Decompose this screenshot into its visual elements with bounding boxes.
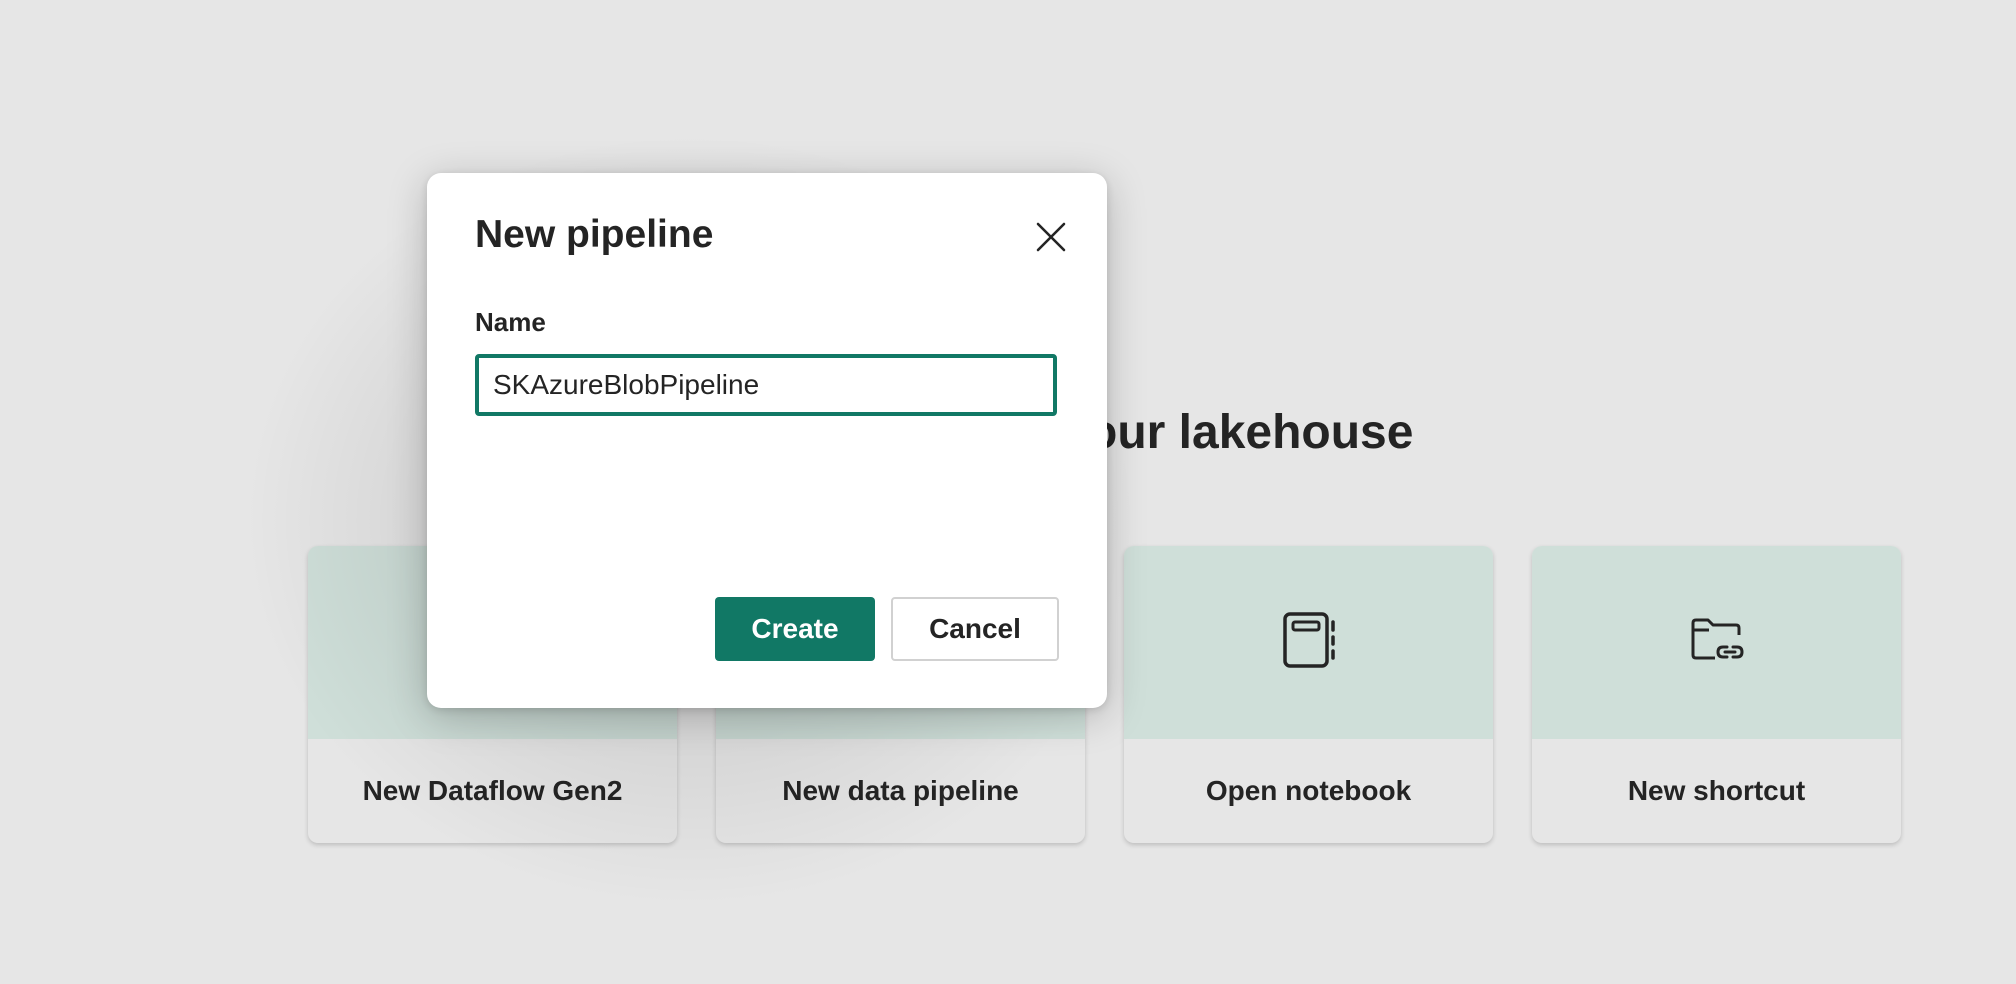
card-label: New Dataflow Gen2 [362, 775, 623, 806]
page: our lakehouse New Dataflow Gen2 New data… [0, 0, 2016, 984]
name-input[interactable] [475, 354, 1057, 416]
page-heading: our lakehouse [1088, 406, 1414, 459]
card-label: New shortcut [1627, 775, 1806, 806]
close-button[interactable] [1031, 219, 1071, 259]
card-top [1532, 546, 1901, 739]
card-label: New data pipeline [782, 775, 1019, 806]
folder-link-icon [1689, 615, 1745, 670]
card-top [1124, 546, 1493, 739]
card-new-shortcut[interactable]: New shortcut [1532, 546, 1901, 843]
dialog-title: New pipeline [475, 213, 714, 256]
card-open-notebook[interactable]: Open notebook [1124, 546, 1493, 843]
notebook-icon [1279, 610, 1339, 675]
create-button[interactable]: Create [715, 597, 875, 661]
close-icon [1036, 222, 1066, 257]
new-pipeline-dialog: New pipeline Name Create Cancel [427, 173, 1107, 708]
card-label: Open notebook [1205, 775, 1412, 806]
name-label: Name [475, 307, 546, 337]
cancel-button[interactable]: Cancel [891, 597, 1059, 661]
